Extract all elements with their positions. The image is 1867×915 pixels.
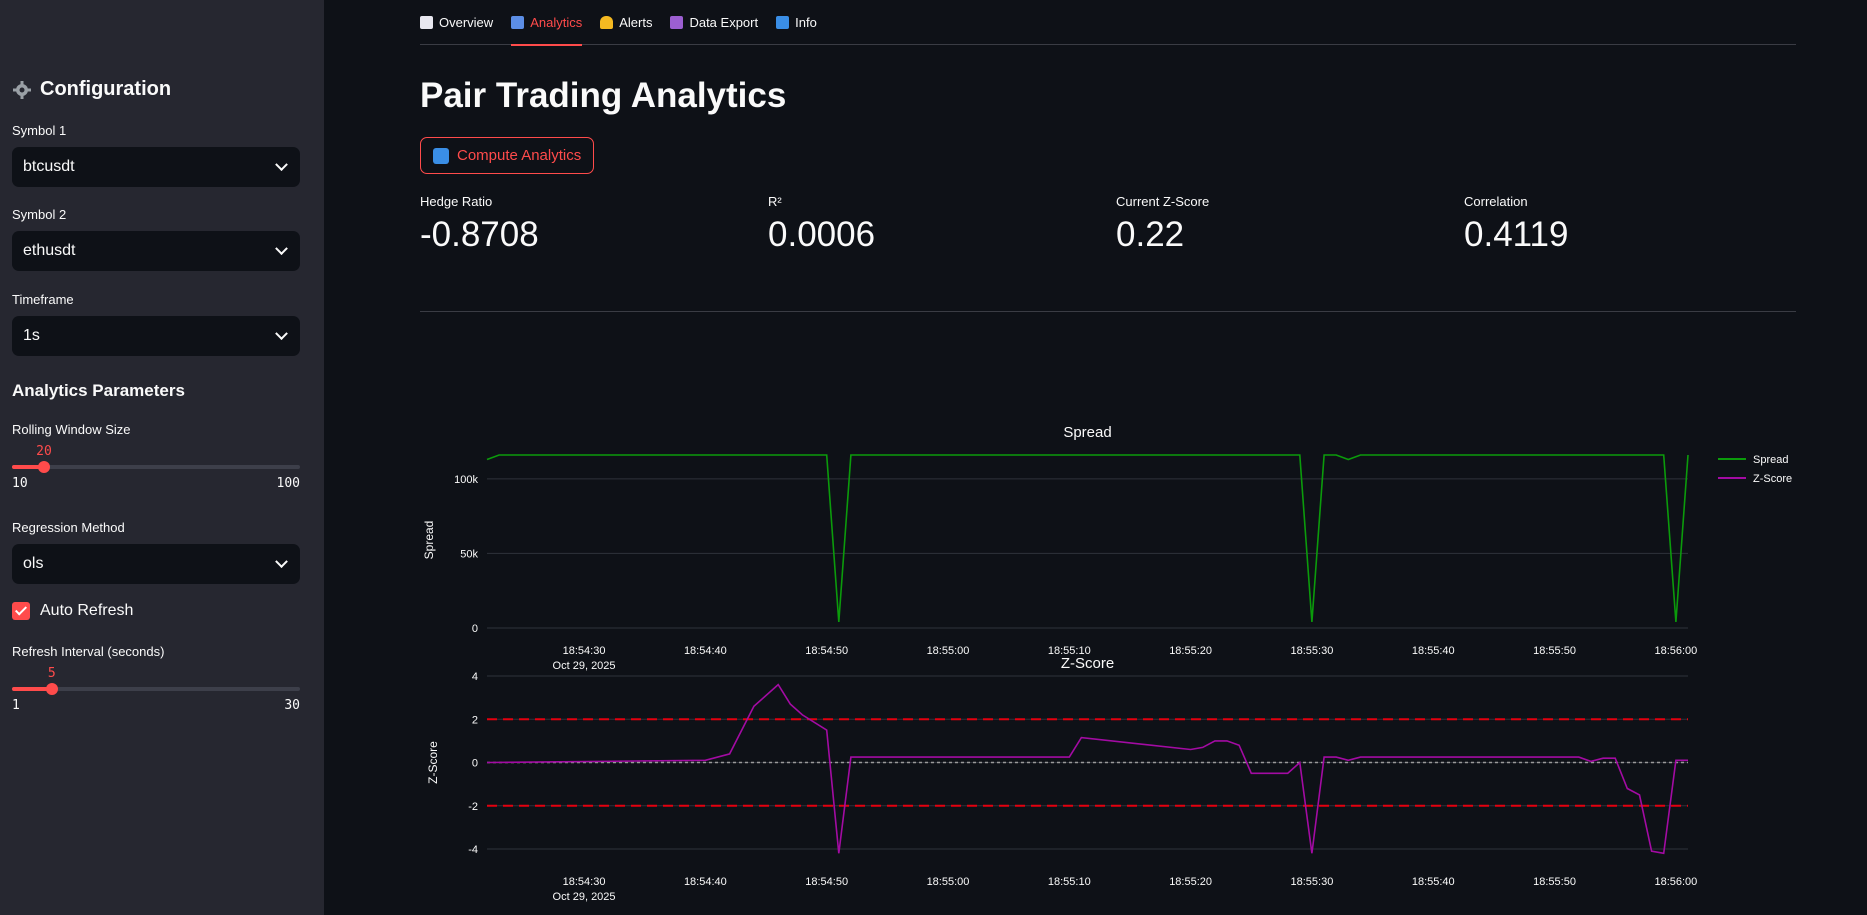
x-tick-label: 18:54:50 xyxy=(805,876,848,888)
chart-title: Z-Score xyxy=(1061,655,1114,672)
x-date-label: Oct 29, 2025 xyxy=(553,891,616,903)
series-line xyxy=(486,683,1688,855)
y-tick-label: 50k xyxy=(460,548,478,560)
x-tick-label: 18:54:50 xyxy=(805,645,848,657)
y-tick-label: 0 xyxy=(472,758,478,770)
y-tick-label: 4 xyxy=(472,671,478,683)
legend-entry: Z-Score xyxy=(1753,473,1792,485)
x-tick-label: 18:55:20 xyxy=(1169,876,1212,888)
x-tick-label: 18:55:30 xyxy=(1291,645,1334,657)
x-tick-label: 18:55:40 xyxy=(1412,645,1455,657)
x-tick-label: 18:54:40 xyxy=(684,876,727,888)
x-tick-label: 18:55:00 xyxy=(927,645,970,657)
y-tick-label: 2 xyxy=(472,714,478,726)
analytics-charts: 0 50k 100k 18:54:30 18:54:40 18:54:50 18:55:00… xyxy=(422,424,1792,903)
x-tick-label: 18:55:50 xyxy=(1533,645,1576,657)
x-tick-label: 18:54:30 xyxy=(563,876,606,888)
y-tick-label: 0 xyxy=(472,623,478,635)
x-tick-label: 18:55:10 xyxy=(1048,876,1091,888)
x-tick-label: 18:55:20 xyxy=(1169,645,1212,657)
y-axis-label: Z-Score xyxy=(426,741,440,784)
legend-entry: Spread xyxy=(1753,454,1788,466)
chart-title: Spread xyxy=(1063,424,1111,441)
x-tick-label: 18:54:30 xyxy=(563,645,606,657)
y-tick-label: -2 xyxy=(468,801,478,813)
x-tick-label: 18:55:50 xyxy=(1533,876,1576,888)
x-tick-label: 18:54:40 xyxy=(684,645,727,657)
y-axis-label: Spread xyxy=(422,521,436,560)
x-tick-label: 18:55:40 xyxy=(1412,876,1455,888)
x-tick-label: 18:56:00 xyxy=(1654,645,1697,657)
y-tick-label: -4 xyxy=(468,844,478,856)
x-date-label: Oct 29, 2025 xyxy=(553,660,616,672)
x-tick-label: 18:55:30 xyxy=(1291,876,1334,888)
y-tick-label: 100k xyxy=(454,474,478,486)
x-tick-label: 18:56:00 xyxy=(1654,876,1697,888)
series-line xyxy=(486,454,1689,623)
x-tick-label: 18:55:00 xyxy=(927,876,970,888)
